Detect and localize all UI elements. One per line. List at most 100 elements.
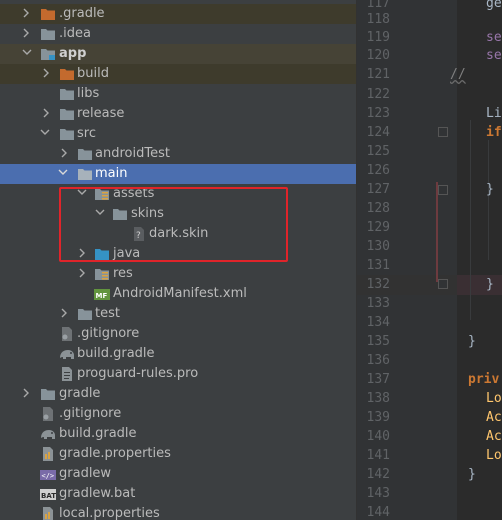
line-number: 137 [366, 372, 390, 387]
chevron-right-icon[interactable] [60, 148, 68, 158]
tree-item-label: .idea [59, 26, 91, 41]
code-line-139: Ac [486, 410, 502, 425]
code-line-124: if [486, 125, 502, 140]
tree-item-androidtest[interactable]: androidTest [0, 144, 356, 164]
folder-icon [40, 7, 56, 21]
tree-item-libs[interactable]: libs [0, 84, 356, 104]
tree-item-app-build-gradle[interactable]: build.gradle [0, 344, 356, 364]
tree-item-label: androidTest [95, 146, 170, 161]
properties-file-icon [40, 507, 56, 520]
indent-guide [470, 120, 471, 320]
tree-item-label: release [77, 106, 125, 121]
tree-item-idea[interactable]: .idea [0, 24, 356, 44]
line-number: 121 [366, 67, 390, 82]
tree-item-proguard-rules[interactable]: proguard-rules.pro [0, 364, 356, 384]
tree-item-test[interactable]: test [0, 304, 356, 324]
tree-item-build[interactable]: build [0, 64, 356, 84]
line-number: 143 [366, 486, 390, 501]
shell-script-icon: </> [40, 467, 56, 481]
bat-file-icon: BAT [40, 487, 56, 501]
tree-item-label: proguard-rules.pro [77, 366, 199, 381]
folder-icon [59, 67, 75, 81]
tree-item-app[interactable]: app [0, 44, 356, 64]
change-marker [436, 182, 438, 282]
line-number: 122 [366, 87, 390, 102]
tree-item-label: gradle [59, 386, 101, 401]
tree-item-gradle-dir[interactable]: .gradle [0, 4, 356, 24]
code-line-121: // [450, 67, 466, 82]
tree-item-label: build [77, 66, 109, 81]
line-number: 125 [366, 144, 390, 159]
tree-item-label: AndroidManifest.xml [113, 286, 247, 301]
chevron-right-icon[interactable] [42, 68, 50, 78]
tree-item-gradle-properties[interactable]: gradle.properties [0, 444, 356, 464]
line-number: 126 [366, 163, 390, 178]
tree-item-android-manifest[interactable]: MF AndroidManifest.xml [0, 284, 356, 304]
tree-item-label: app [59, 46, 87, 61]
annotation-highlight-box [59, 187, 288, 262]
chevron-down-icon[interactable] [58, 168, 68, 178]
chevron-right-icon[interactable] [22, 388, 30, 398]
resource-folder-icon [94, 267, 110, 281]
tree-item-app-gitignore[interactable]: .gitignore [0, 324, 356, 344]
chevron-right-icon[interactable] [22, 28, 30, 38]
tree-item-label: main [95, 166, 128, 181]
folder-icon [40, 387, 56, 401]
tree-item-gradle[interactable]: gradle [0, 384, 356, 404]
line-number: 132 [366, 277, 390, 292]
line-number: 141 [366, 448, 390, 463]
tree-item-label: gradlew.bat [59, 486, 136, 501]
chevron-right-icon[interactable] [42, 108, 50, 118]
line-number: 118 [366, 12, 390, 27]
tree-item-label: build.gradle [59, 426, 137, 441]
svg-text:BAT: BAT [41, 492, 56, 500]
tree-item-label: src [77, 126, 96, 141]
code-line-123: Li [486, 106, 502, 121]
chevron-down-icon[interactable] [22, 48, 32, 58]
svg-text:</>: </> [42, 472, 55, 480]
tree-item-release[interactable]: release [0, 104, 356, 124]
fold-marker-icon[interactable] [438, 185, 448, 195]
code-line-140: Ac [486, 429, 502, 444]
tree-item-main[interactable]: main [0, 164, 356, 184]
tree-item-gradlew[interactable]: </> gradlew [0, 464, 356, 484]
tree-item-root-build-gradle[interactable]: build.gradle [0, 424, 356, 444]
code-line-120: se [486, 48, 502, 63]
tree-item-gradlew-bat[interactable]: BAT gradlew.bat [0, 484, 356, 504]
code-line-117: ge [486, 0, 502, 11]
code-line-142: } [468, 467, 476, 482]
tree-item-label: .gitignore [77, 326, 140, 341]
code-line-138: Lo [486, 391, 502, 406]
tree-item-label: local.properties [59, 506, 160, 520]
tree-item-src[interactable]: src [0, 124, 356, 144]
line-number: 138 [366, 391, 390, 406]
tree-item-local-properties[interactable]: local.properties [0, 504, 356, 520]
text-file-icon [59, 367, 75, 381]
chevron-right-icon[interactable] [60, 308, 68, 318]
chevron-right-icon[interactable] [22, 8, 30, 18]
fold-marker-icon[interactable] [438, 279, 448, 289]
tree-item-label: .gitignore [59, 406, 122, 421]
tree-item-label: gradle.properties [59, 446, 171, 461]
folder-icon [77, 147, 93, 161]
tree-item-label: build.gradle [77, 346, 155, 361]
line-number: 129 [366, 220, 390, 235]
chevron-right-icon[interactable] [78, 268, 86, 278]
code-line-127: } [486, 182, 494, 197]
chevron-down-icon[interactable] [40, 128, 50, 138]
indent-guide [488, 140, 489, 260]
project-tree[interactable]: .gradle .idea app build libs release src [0, 0, 356, 520]
tree-item-root-gitignore[interactable]: .gitignore [0, 404, 356, 424]
gitignore-file-icon [40, 407, 56, 421]
code-line-137: priv [468, 372, 500, 387]
tree-item-res[interactable]: res [0, 264, 356, 284]
folder-icon [77, 167, 93, 181]
tree-item-label: libs [77, 86, 100, 101]
fold-marker-icon[interactable] [438, 127, 448, 137]
line-number: 128 [366, 201, 390, 216]
code-line-132: } [486, 277, 494, 292]
folder-icon [59, 87, 75, 101]
gitignore-file-icon [59, 327, 75, 341]
module-folder-icon [40, 47, 56, 61]
line-number: 144 [366, 505, 390, 520]
